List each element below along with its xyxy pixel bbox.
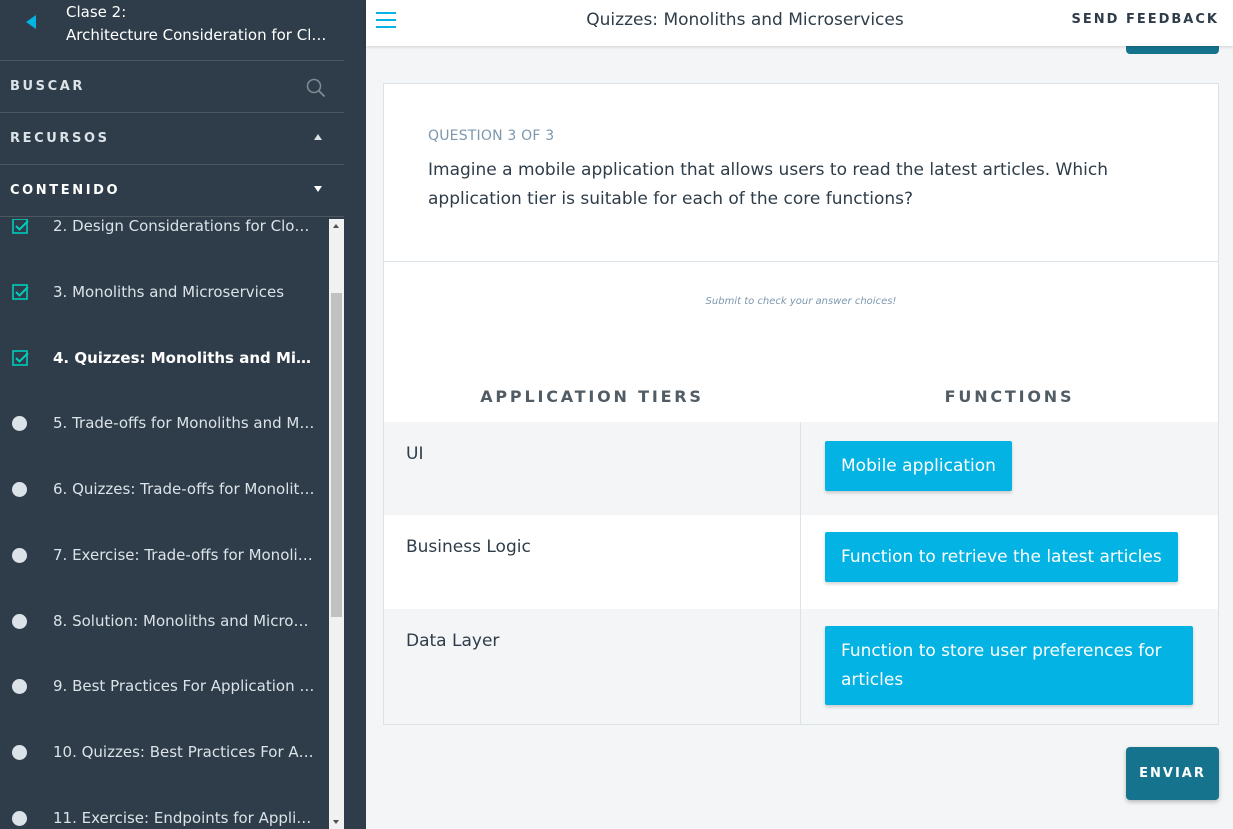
checkbox-checked-icon [12, 219, 29, 234]
sidebar-item-label: 8. Solution: Monoliths and Microservices [53, 612, 315, 630]
resources-row[interactable]: RECURSOS [0, 113, 344, 165]
sidebar-item-solution[interactable]: 8. Solution: Monoliths and Microservices [0, 588, 329, 654]
quiz-card: QUESTION 3 OF 3 Imagine a mobile applica… [383, 83, 1219, 725]
send-feedback-link[interactable]: SEND FEEDBACK [1072, 12, 1219, 27]
lesson-prefix: Clase 2: [66, 3, 127, 21]
top-bar: Quizzes: Monoliths and Microservices SEN… [366, 0, 1233, 46]
caret-down-icon [314, 186, 322, 192]
sidebar-item-label: 3. Monoliths and Microservices [53, 283, 285, 301]
question-number: QUESTION 3 OF 3 [428, 128, 555, 144]
tier-label: Business Logic [406, 537, 531, 557]
sidebar-scrollbar[interactable] [329, 219, 344, 829]
sidebar-header: Clase 2: Architecture Consideration for … [0, 0, 344, 61]
incomplete-dot-icon [12, 614, 27, 629]
sidebar-item-quizzes-best-practices[interactable]: 10. Quizzes: Best Practices For Applicat… [0, 719, 329, 785]
sidebar-item-label: 9. Best Practices For Application Deploy… [53, 677, 315, 695]
incomplete-dot-icon [12, 811, 27, 826]
sidebar-item-best-practices[interactable]: 9. Best Practices For Application Deploy… [0, 653, 329, 719]
matching-row: Business Logic Function to retrieve the … [384, 515, 1218, 609]
incomplete-dot-icon [12, 482, 27, 497]
page-title: Quizzes: Monoliths and Microservices [586, 10, 904, 30]
matching-row: Data Layer Function to store user prefer… [384, 609, 1218, 724]
incomplete-dot-icon [12, 416, 27, 431]
checkbox-checked-icon [12, 350, 29, 366]
sidebar-item-label: 6. Quizzes: Trade-offs for Monoliths and… [53, 480, 315, 498]
lesson-title[interactable]: Clase 2: Architecture Consideration for … [66, 1, 328, 47]
scrollbar-thumb[interactable] [331, 293, 342, 617]
back-arrow-icon[interactable] [22, 14, 42, 30]
sidebar-item-design-considerations[interactable]: 2. Design Considerations for Cloud Nativ… [0, 219, 329, 259]
scroll-down-arrow-icon[interactable] [333, 820, 339, 824]
sidebar-item-monoliths[interactable]: 3. Monoliths and Microservices [0, 259, 329, 325]
function-chip[interactable]: Function to store user preferences for a… [825, 626, 1193, 705]
column-header-functions: FUNCTIONS [944, 387, 1075, 406]
sidebar: Clase 2: Architecture Consideration for … [0, 0, 344, 829]
incomplete-dot-icon [12, 745, 27, 760]
sidebar-item-label: 4. Quizzes: Monoliths and Microservices [53, 349, 315, 367]
content-label: CONTENIDO [10, 183, 121, 198]
search-icon[interactable] [306, 78, 326, 98]
sidebar-item-label: 11. Exercise: Endpoints for Application … [53, 809, 315, 827]
question-header: QUESTION 3 OF 3 Imagine a mobile applica… [384, 84, 1218, 262]
sidebar-item-label: 10. Quizzes: Best Practices For Applicat… [53, 743, 315, 761]
caret-up-icon [314, 134, 322, 140]
sidebar-item-exercise-endpoints[interactable]: 11. Exercise: Endpoints for Application … [0, 785, 329, 829]
lesson-name: Architecture Consideration for Cloud Nat… [66, 26, 328, 44]
sidebar-item-label: 7. Exercise: Trade-offs for Monoliths an… [53, 546, 315, 564]
sidebar-item-tradeoffs[interactable]: 5. Trade-offs for Monoliths and Microser… [0, 390, 329, 456]
drop-zone[interactable]: Function to retrieve the latest articles [800, 515, 1218, 609]
sidebar-item-label: 2. Design Considerations for Cloud Nativ… [53, 219, 315, 235]
submit-button[interactable]: ENVIAR [1126, 747, 1219, 800]
submit-hint: Submit to check your answer choices! [705, 296, 897, 307]
search-label: BUSCAR [10, 79, 86, 94]
content-row[interactable]: CONTENIDO [0, 165, 344, 217]
concept-list: 2. Design Considerations for Cloud Nativ… [0, 219, 329, 829]
question-text: Imagine a mobile application that allows… [428, 160, 1108, 209]
matching-row: UI Mobile application [384, 422, 1218, 515]
scroll-up-arrow-icon[interactable] [333, 224, 339, 228]
tier-label: Data Layer [406, 631, 500, 651]
resources-label: RECURSOS [10, 131, 110, 146]
sidebar-item-quizzes-monoliths[interactable]: 4. Quizzes: Monoliths and Microservices [0, 325, 329, 391]
sidebar-gutter [344, 0, 366, 829]
function-chip[interactable]: Function to retrieve the latest articles [825, 532, 1178, 582]
tier-label: UI [406, 444, 424, 464]
incomplete-dot-icon [12, 679, 27, 694]
incomplete-dot-icon [12, 548, 27, 563]
function-chip[interactable]: Mobile application [825, 441, 1012, 491]
checkbox-checked-icon [12, 284, 29, 300]
drop-zone[interactable]: Function to store user preferences for a… [800, 609, 1218, 724]
sidebar-item-quizzes-tradeoffs[interactable]: 6. Quizzes: Trade-offs for Monoliths and… [0, 456, 329, 522]
drop-zone[interactable]: Mobile application [800, 422, 1218, 515]
column-header-tiers: APPLICATION TIERS [480, 387, 704, 406]
search-row[interactable]: BUSCAR [0, 61, 344, 113]
sidebar-item-exercise-tradeoffs[interactable]: 7. Exercise: Trade-offs for Monoliths an… [0, 522, 329, 588]
sidebar-item-label: 5. Trade-offs for Monoliths and Microser… [53, 414, 315, 432]
